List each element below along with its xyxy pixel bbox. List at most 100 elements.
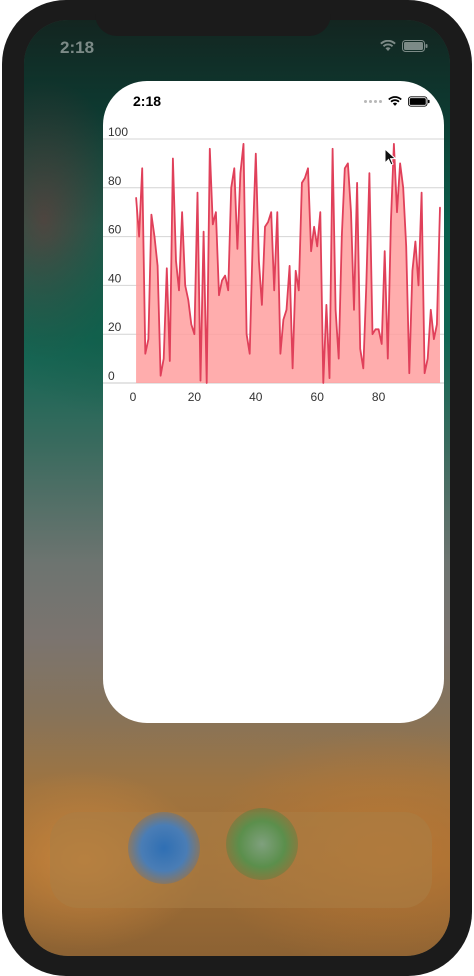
data-point-0-38 [252,240,254,243]
home-status-icons [380,40,428,52]
battery-icon [402,40,428,52]
data-point-0-66 [338,358,340,360]
data-point-0-45 [273,289,275,291]
data-point-0-91 [414,240,416,243]
data-point-0-67 [341,236,343,238]
data-point-0-35 [242,143,245,145]
data-point-0-41 [261,304,263,306]
dock-app-icon-green[interactable] [226,808,298,880]
data-point-0-51 [292,367,294,369]
data-point-0-5 [150,214,152,216]
data-point-0-16 [184,284,186,286]
data-point-0-39 [255,153,257,155]
data-point-0-49 [285,309,288,311]
mouse-pointer-icon [384,148,397,166]
data-point-0-48 [282,319,284,321]
data-point-0-26 [215,211,217,213]
y-tick-label-60: 60 [108,223,122,237]
data-point-0-10 [166,267,168,269]
x-tick-label-20: 20 [188,390,202,404]
data-point-0-50 [289,265,291,267]
data-point-0-8 [160,375,162,377]
data-point-0-93 [421,192,423,194]
data-point-0-24 [209,148,211,150]
data-point-0-17 [187,299,189,301]
data-point-0-18 [190,323,192,325]
data-point-0-15 [181,211,183,213]
data-point-0-3 [144,353,146,355]
data-point-0-78 [374,328,377,330]
data-point-0-80 [381,343,383,345]
dock-app-icon-blue[interactable] [128,812,200,884]
data-point-0-72 [356,182,358,184]
y-tick-label-100: 100 [108,125,128,139]
data-point-0-55 [304,177,306,179]
y-tick-label-20: 20 [108,320,122,334]
data-point-0-61 [322,382,324,384]
data-point-0-22 [203,231,205,233]
data-point-0-52 [295,270,297,272]
data-point-0-23 [206,382,208,384]
data-point-0-29 [224,275,226,277]
data-point-0-74 [362,367,364,369]
data-point-0-14 [178,289,180,291]
battery-icon [408,96,430,107]
data-point-0-86 [399,162,401,164]
data-point-0-46 [276,211,278,213]
data-point-0-19 [193,333,195,335]
data-point-0-1 [138,236,140,238]
data-point-0-99 [439,206,441,208]
data-point-0-83 [390,221,392,223]
data-point-0-6 [153,236,156,238]
data-point-0-34 [239,172,241,174]
data-point-0-97 [433,338,435,340]
phone-frame: 2:18 2:18 0 20 40 60 80 100 0 20 40 60 8… [0,0,474,976]
data-point-0-95 [427,358,429,360]
data-point-0-57 [310,250,312,252]
wifi-icon [388,96,402,106]
home-status-time: 2:18 [60,38,95,57]
data-point-0-9 [163,358,165,360]
data-point-0-73 [359,348,361,350]
data-point-0-75 [365,284,367,286]
data-point-0-70 [350,211,352,213]
data-point-0-7 [157,265,159,267]
data-point-0-53 [298,289,300,291]
data-point-0-28 [221,279,223,282]
data-point-0-64 [332,148,334,150]
app-switcher-card[interactable]: 2:18 0 20 40 60 80 100 0 20 40 60 80 [103,81,444,723]
data-point-0-60 [319,211,321,213]
data-point-0-20 [196,192,199,194]
data-point-0-92 [417,284,420,286]
x-tick-label-40: 40 [249,390,263,404]
data-point-0-90 [411,270,413,272]
data-point-0-88 [405,245,407,247]
data-point-0-32 [233,167,235,169]
data-point-0-30 [227,289,229,291]
data-point-0-11 [169,360,171,362]
app-status-time: 2:18 [133,93,162,109]
x-tick-label-80: 80 [372,390,386,404]
data-point-0-33 [236,248,238,250]
data-point-0-62 [325,304,327,306]
data-point-0-79 [378,328,380,330]
data-point-0-56 [307,167,309,169]
x-tick-label-60: 60 [311,390,325,404]
data-point-0-68 [344,167,346,169]
data-point-0-85 [396,211,398,213]
data-point-0-25 [212,223,214,225]
data-point-0-89 [408,372,410,374]
y-tick-label-0: 0 [108,369,115,383]
data-point-0-2 [141,167,143,169]
data-point-0-71 [353,309,355,311]
data-point-0-63 [328,377,331,379]
data-point-0-43 [267,221,269,223]
data-point-0-59 [316,245,318,247]
data-point-0-94 [424,372,426,374]
data-point-0-13 [175,260,177,262]
data-point-0-65 [335,309,337,311]
data-point-0-58 [313,226,315,228]
x-tick-label-0: 0 [130,390,137,404]
data-point-0-31 [230,187,232,189]
data-point-0-4 [147,338,149,340]
